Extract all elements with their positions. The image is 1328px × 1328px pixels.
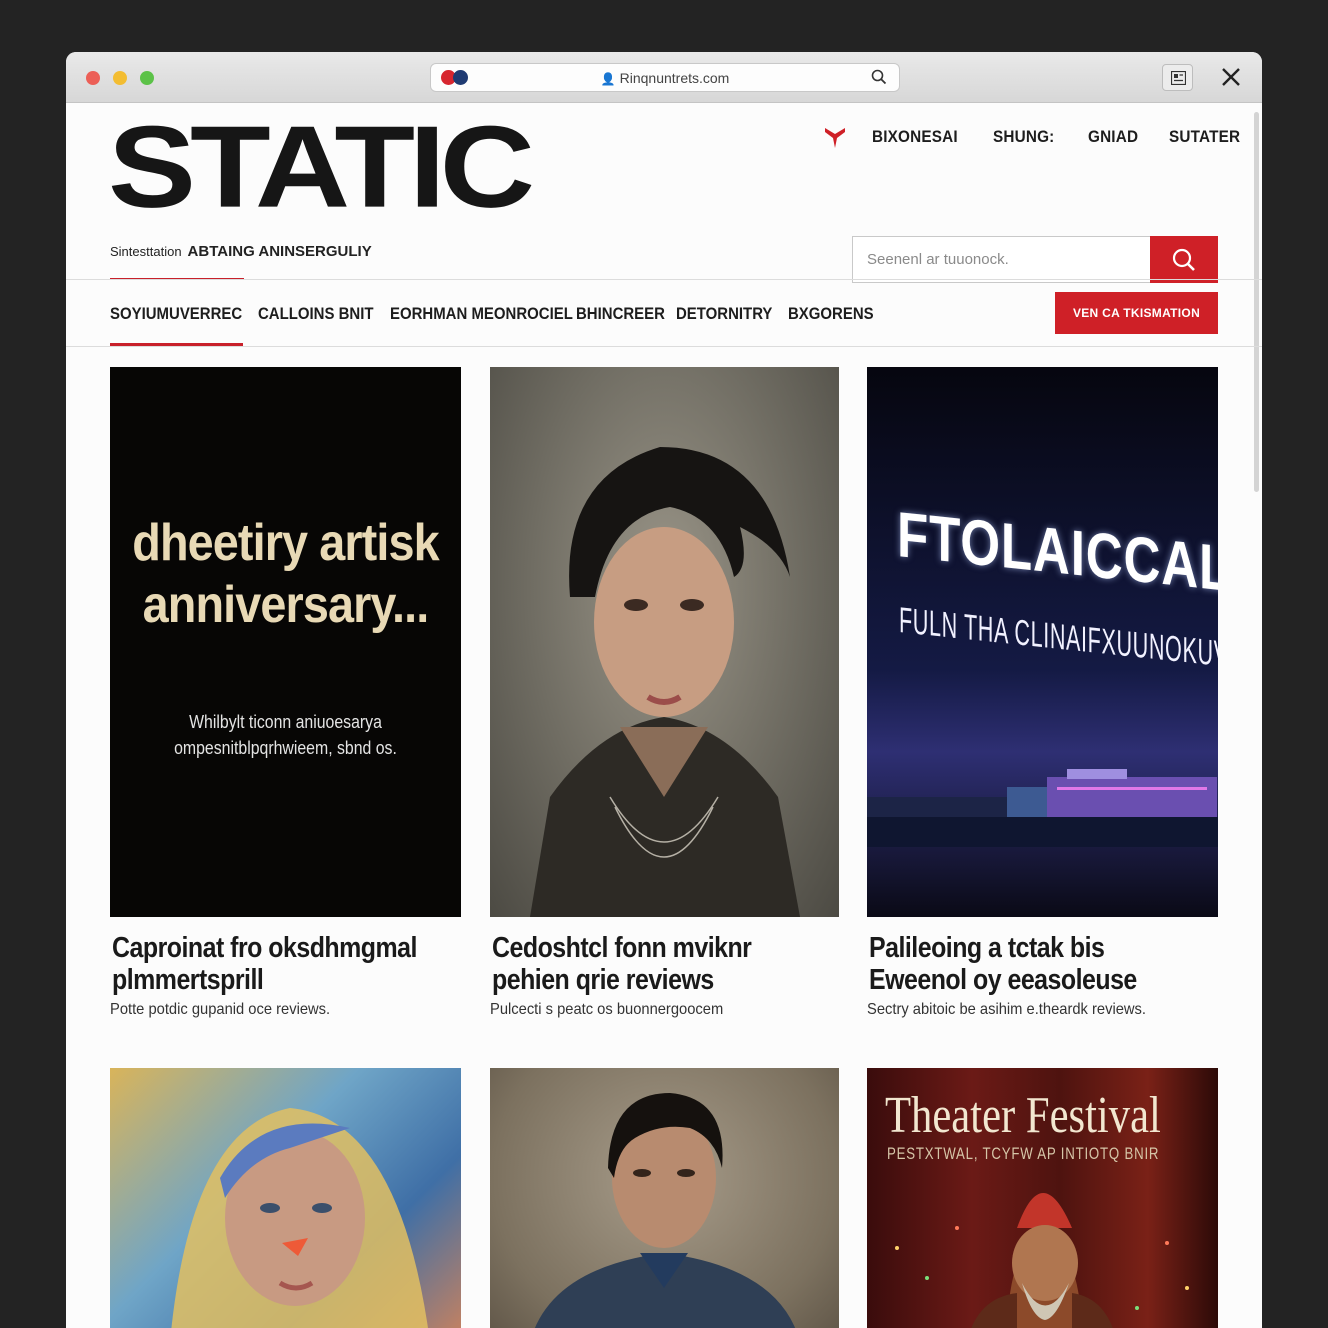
theater-illustration <box>895 1193 1189 1328</box>
painting-illustration <box>171 1108 428 1328</box>
category-item-6[interactable]: BXGORENS <box>788 304 874 324</box>
article-title-line-2[interactable]: plmmertsprill <box>112 964 264 996</box>
article-poster-theater[interactable]: Theater Festival PESTXTWAL, TCYFW AP INT… <box>867 1068 1218 1328</box>
extension-button[interactable] <box>1162 64 1193 91</box>
category-item-4[interactable]: BHINCREER <box>576 304 665 324</box>
article-title-line-1[interactable]: Palileoing a tctak bis <box>869 932 1105 964</box>
photo-illustration <box>534 1093 795 1328</box>
browser-window: 👤 Rinqnuntrets.com STATIC Sintesttation AB… <box>66 52 1262 1328</box>
article-title-line-1[interactable]: Caproinat fro oksdhmgmal <box>112 932 417 964</box>
site-logo[interactable]: STATIC <box>108 109 535 225</box>
poster-headline: dheetiry artisk anniversary... <box>132 514 439 634</box>
category-item-5[interactable]: DETORNITRY <box>676 304 772 324</box>
article-poster-night-city[interactable]: FTOLAICCALTNU FULN THA CLINAIFXUUNOKUVII <box>867 367 1218 917</box>
browser-titlebar: 👤 Rinqnuntrets.com <box>66 52 1262 103</box>
article-poster-black[interactable]: dheetiry artisk anniversary... Whilbylt … <box>110 367 461 917</box>
article-subtitle: Sectry abitoic be asihim e.theardk revie… <box>867 1001 1146 1018</box>
search-icon[interactable] <box>871 69 887 85</box>
category-item-3[interactable]: EORHMAN MEONROCIEL <box>390 304 573 324</box>
window-minimize-dot[interactable] <box>113 71 127 85</box>
city-skyline <box>867 769 1218 847</box>
top-nav: BIXONESAI SHUNG: GNIAD SUTATER <box>822 125 1262 149</box>
portrait-illustration <box>530 447 800 917</box>
article-card[interactable]: Theater Festival PESTXTWAL, TCYFW AP INT… <box>867 1068 1218 1328</box>
extension-icon <box>1171 71 1186 85</box>
search-icon <box>1172 248 1195 271</box>
category-nav: SOYIUMUVERREC CALLOINS BNIT EORHMAN MEON… <box>66 280 1262 346</box>
article-title-line-2[interactable]: Eweenol oy eeasoleuse <box>869 964 1137 996</box>
article-title-line-1[interactable]: Cedoshtcl fonn mviknr <box>492 932 752 964</box>
category-item-1[interactable]: SOYIUMUVERREC <box>110 304 242 324</box>
nav-divider <box>66 346 1262 347</box>
article-title-line-2[interactable]: pehien qrie reviews <box>492 964 714 996</box>
top-nav-item-2[interactable]: SHUNG: <box>993 127 1054 147</box>
article-subtitle: Pulcecti s peatc os buonnergoocem <box>490 1001 724 1018</box>
close-icon[interactable] <box>1220 66 1242 88</box>
article-card[interactable]: Cedoshtcl fonn mviknr pehien qrie review… <box>490 367 839 1027</box>
search-button[interactable] <box>1150 236 1218 283</box>
article-photo-portrait[interactable] <box>490 367 839 917</box>
poster-subtext: FULN THA CLINAIFXUUNOKUVII <box>899 599 1218 677</box>
tagline-small: Sintesttation <box>110 244 182 259</box>
article-photo-young-person[interactable] <box>490 1068 839 1328</box>
poster-headline: FTOLAICCALTNU <box>897 498 1218 617</box>
window-maximize-dot[interactable] <box>140 71 154 85</box>
site-search <box>852 236 1218 283</box>
top-nav-item-4[interactable]: SUTATER <box>1169 127 1240 147</box>
top-nav-item-3[interactable]: GNIAD <box>1088 127 1138 147</box>
address-bar[interactable]: 👤 Rinqnuntrets.com <box>430 63 900 92</box>
tagline-strong: ABTAING ANINSERGULIY <box>187 243 372 260</box>
url-text[interactable]: Rinqnuntrets.com <box>620 70 730 86</box>
heart-icon[interactable] <box>822 125 848 149</box>
top-nav-item-1[interactable]: BIXONESAI <box>872 127 958 147</box>
article-card[interactable] <box>490 1068 839 1328</box>
article-card[interactable] <box>110 1068 461 1328</box>
site-header: STATIC Sintesttation ABTAING ANINSERGULIY… <box>66 103 1262 283</box>
article-subtitle: Potte potdic gupanid oce reviews. <box>110 1001 331 1018</box>
person-icon: 👤 <box>600 72 616 86</box>
search-input[interactable] <box>852 236 1150 283</box>
article-card[interactable]: dheetiry artisk anniversary... Whilbylt … <box>110 367 461 1027</box>
window-close-dot[interactable] <box>86 71 100 85</box>
cta-button[interactable]: VEN CA TKISMATION <box>1055 292 1218 334</box>
poster-subtext: Whilbylt ticonn aniuoesaryа ompesnitblpq… <box>174 712 397 758</box>
article-painting-portrait[interactable] <box>110 1068 461 1328</box>
category-item-2[interactable]: CALLOINS BNIT <box>258 304 374 324</box>
site-tagline: Sintesttation ABTAING ANINSERGULIY <box>110 243 372 260</box>
article-card[interactable]: FTOLAICCALTNU FULN THA CLINAIFXUUNOKUVII… <box>867 367 1218 1027</box>
